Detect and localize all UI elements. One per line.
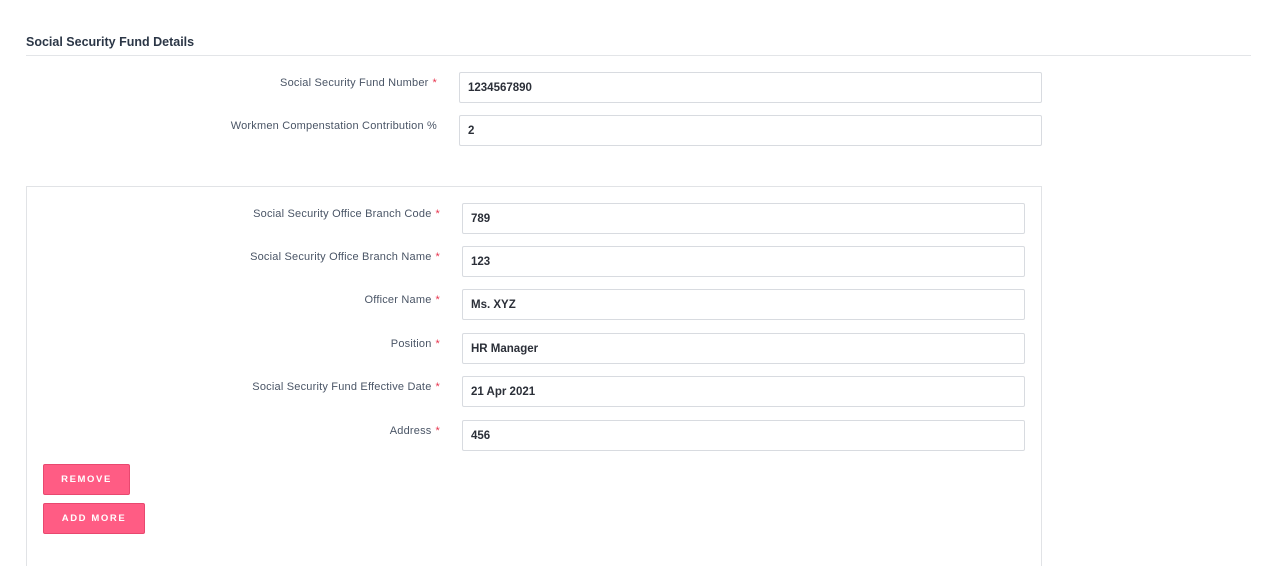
branch-name-input[interactable]	[462, 246, 1025, 277]
required-marker: *	[435, 425, 440, 437]
fund-number-input[interactable]	[459, 72, 1042, 103]
field-row-effective-date: Social Security Fund Effective Date *	[0, 376, 440, 407]
field-row-position: Position *	[0, 333, 440, 364]
field-label: Social Security Fund Number *	[280, 77, 437, 89]
field-row-branch-code: Social Security Office Branch Code *	[0, 203, 440, 234]
required-marker: *	[435, 251, 440, 263]
remove-button[interactable]: REMOVE	[43, 464, 130, 495]
required-marker: *	[435, 381, 440, 393]
required-marker: *	[435, 294, 440, 306]
field-label: Social Security Fund Effective Date *	[252, 381, 440, 393]
required-marker: *	[432, 77, 437, 89]
field-row-address: Address *	[0, 420, 440, 451]
workmen-contribution-input[interactable]	[459, 115, 1042, 146]
field-row-fund-number: Social Security Fund Number *	[0, 72, 437, 103]
field-label: Social Security Office Branch Name *	[250, 251, 440, 263]
field-row-officer-name: Officer Name *	[0, 289, 440, 320]
required-marker: *	[435, 208, 440, 220]
effective-date-input[interactable]	[462, 376, 1025, 407]
field-label: Address *	[389, 425, 440, 437]
field-row-branch-name: Social Security Office Branch Name *	[0, 246, 440, 277]
address-input[interactable]	[462, 420, 1025, 451]
branch-code-input[interactable]	[462, 203, 1025, 234]
add-more-button[interactable]: ADD MORE	[43, 503, 145, 534]
section-divider	[26, 55, 1251, 56]
field-label: Workmen Compenstation Contribution %	[230, 120, 437, 132]
position-input[interactable]	[462, 333, 1025, 364]
section-title: Social Security Fund Details	[26, 35, 195, 49]
officer-name-input[interactable]	[462, 289, 1025, 320]
field-label: Position *	[390, 338, 440, 350]
field-label: Social Security Office Branch Code *	[253, 208, 440, 220]
field-row-workmen-contribution: Workmen Compenstation Contribution %	[0, 115, 437, 146]
field-label: Officer Name *	[364, 294, 440, 306]
required-marker: *	[435, 338, 440, 350]
